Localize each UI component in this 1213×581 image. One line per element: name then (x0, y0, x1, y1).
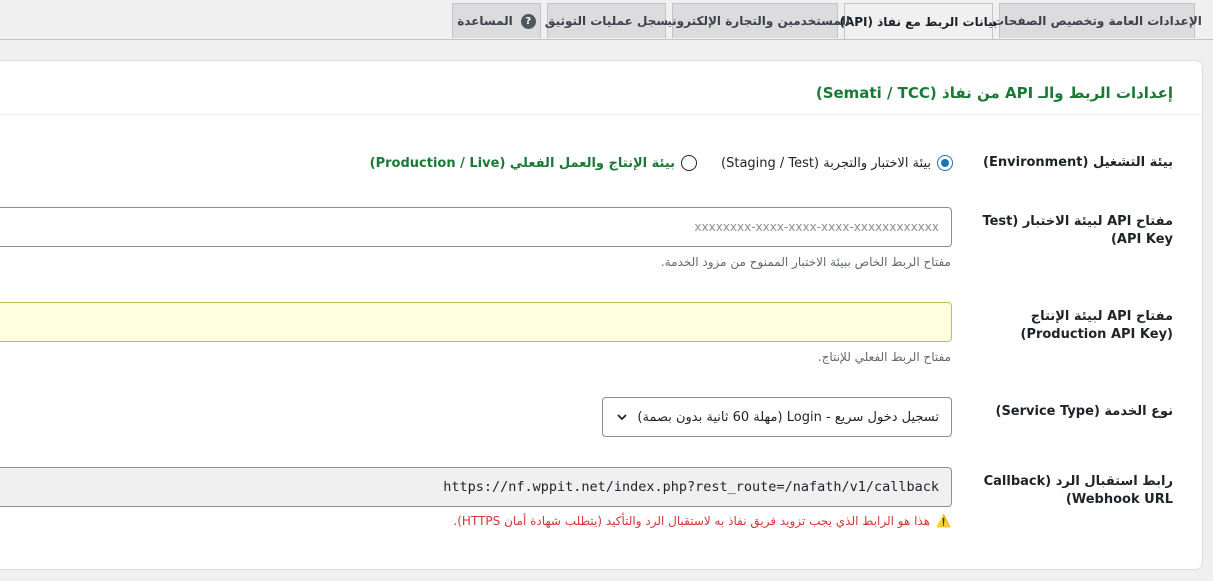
radio-test-label: بيئة الاختبار والتجربة (Staging / Test) (721, 155, 931, 171)
radio-option-live[interactable]: بيئة الإنتاج والعمل الفعلي (Production /… (369, 155, 698, 171)
tab-label: سجل عمليات التوثيق (544, 14, 669, 28)
production-api-key-label: مفتاح API لبيئة الإنتاج (Production API … (1020, 309, 1173, 342)
callback-warning-text: هذا هو الرابط الذي يجب تزويد فريق نفاذ ب… (453, 514, 931, 528)
tab-general-settings[interactable]: الإعدادات العامة وتخصيص الصفحات (992, 3, 1202, 38)
tab-bar: الإعدادات العامة وتخصيص الصفحات بيانات ا… (0, 0, 1213, 40)
environment-label: بيئة التشغيل (Environment) (983, 155, 1173, 170)
test-api-key-label: مفتاح API لبيئة الاختبار (Test API Key) (982, 214, 1173, 247)
service-type-label: نوع الخدمة (Service Type) (995, 404, 1173, 419)
tab-api-settings[interactable]: بيانات الربط مع نفاذ (API) (839, 3, 998, 39)
warning-icon: ⚠️ (936, 514, 951, 528)
tab-label: المساعدة (457, 14, 513, 28)
tab-label: بيانات الربط مع نفاذ (API) (839, 14, 998, 29)
help-icon: ? (520, 13, 536, 29)
service-type-select[interactable]: تسجيل دخول سريع - Login (مهلة 60 ثانية ب… (602, 397, 952, 437)
radio-test[interactable] (937, 155, 953, 171)
radio-option-test[interactable]: بيئة الاختبار والتجربة (Staging / Test) (721, 155, 953, 171)
test-api-key-placeholder: xxxxxxxx-xxxx-xxxx-xxxx-xxxxxxxxxxxx (694, 220, 939, 234)
radio-live-label: بيئة الإنتاج والعمل الفعلي (Production /… (369, 155, 676, 171)
production-api-key-description: مفتاح الربط الفعلي للإنتاج. (817, 350, 951, 364)
environment-radio-group: بيئة الاختبار والتجربة (Staging / Test) … (346, 155, 953, 171)
tab-help[interactable]: ? المساعدة (452, 3, 541, 38)
section-divider (0, 114, 1203, 115)
tab-label: الإعدادات العامة وتخصيص الصفحات (992, 14, 1202, 28)
callback-url-input[interactable]: https://nf.wppit.net/index.php?rest_rout… (0, 467, 952, 507)
chevron-down-icon (617, 414, 627, 421)
test-api-key-input[interactable]: xxxxxxxx-xxxx-xxxx-xxxx-xxxxxxxxxxxx (0, 207, 952, 247)
radio-live[interactable] (681, 155, 698, 171)
tab-auth-log[interactable]: سجل عمليات التوثيق (544, 3, 669, 38)
callback-url-value: https://nf.wppit.net/index.php?rest_rout… (443, 479, 939, 495)
callback-url-label: رابط استقبال الرد (Callback Webhook URL) (983, 474, 1173, 507)
section-title: إعدادات الربط والـ API من نفاذ (Semati /… (815, 84, 1173, 102)
service-type-selected: تسجيل دخول سريع - Login (مهلة 60 ثانية ب… (637, 409, 939, 425)
production-api-key-input[interactable] (0, 302, 952, 342)
tab-label: المستخدمين والتجارة الإلكترونية (660, 14, 850, 28)
callback-warning: ⚠️ هذا هو الرابط الذي يجب تزويد فريق نفا… (453, 514, 951, 528)
test-api-key-description: مفتاح الربط الخاص ببيئة الاختبار الممنوح… (660, 255, 951, 269)
tab-users-ecommerce[interactable]: المستخدمين والتجارة الإلكترونية (660, 3, 850, 38)
